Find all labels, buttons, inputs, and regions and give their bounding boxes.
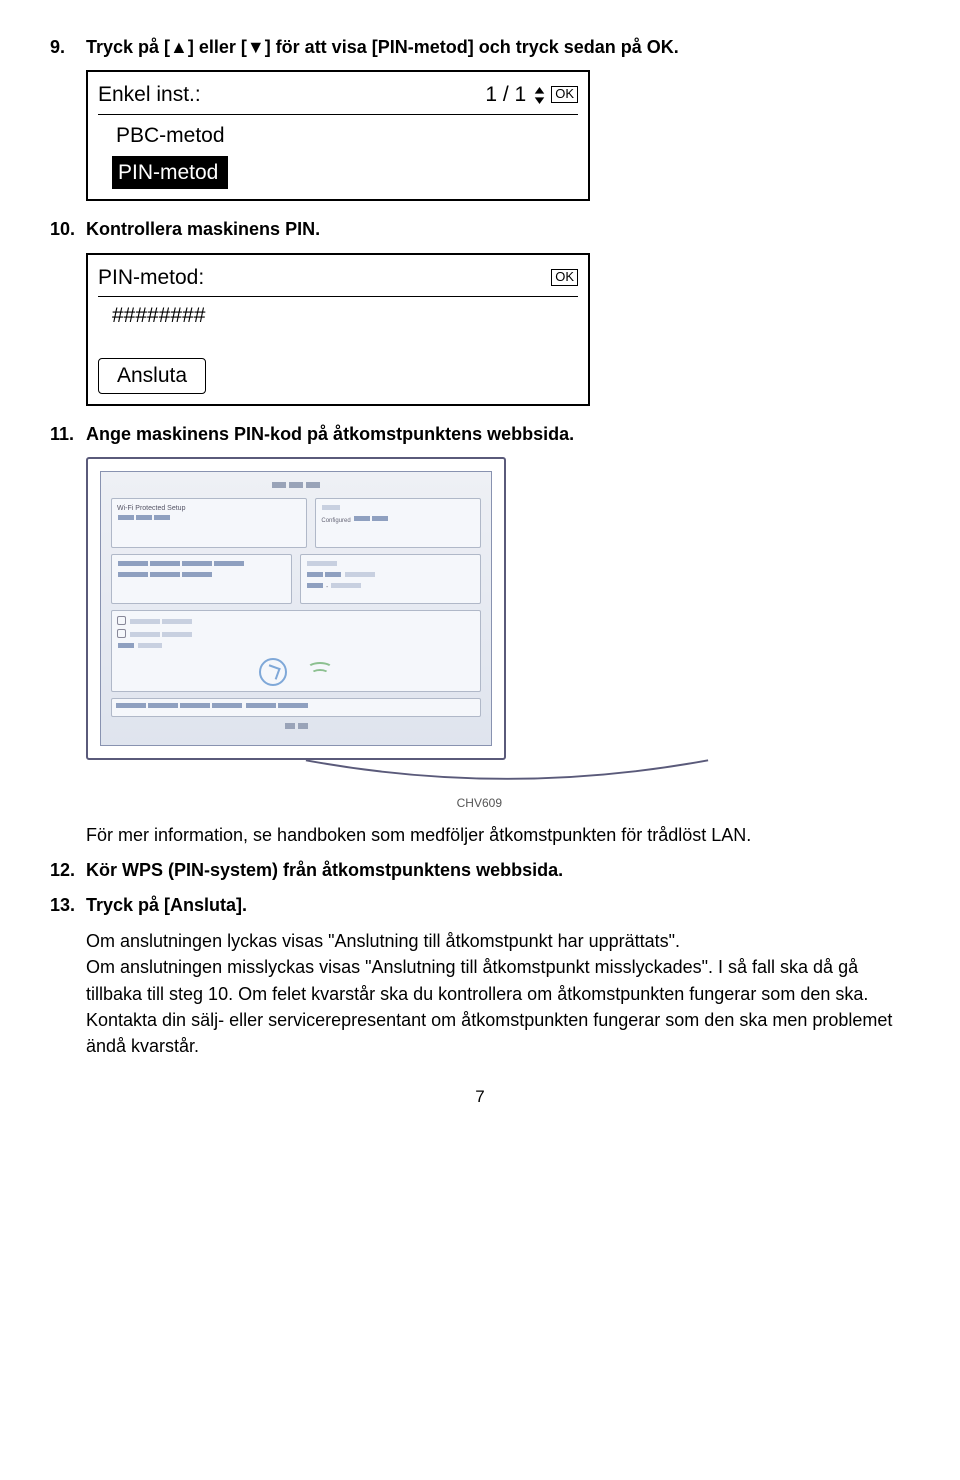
step-11: 11. Ange maskinens PIN-kod på åtkomstpun… (50, 422, 910, 447)
lcd2-title: PIN-metod: (98, 263, 547, 292)
lcd1-header: Enkel inst.: 1 / 1 OK (98, 80, 578, 114)
lcd1-ok: OK (551, 86, 578, 103)
step-9-number: 9. (50, 35, 86, 60)
step-11-text: Ange maskinens PIN-kod på åtkomstpunkten… (86, 422, 910, 447)
step-10: 10. Kontrollera maskinens PIN. (50, 217, 910, 242)
step-13-text: Tryck på [Ansluta]. (86, 893, 910, 918)
monitor-screen: Wi-Fi Protected Setup Configured (100, 471, 492, 746)
lcd1-title: Enkel inst.: (98, 80, 485, 109)
lcd-panel-1: Enkel inst.: 1 / 1 OK PBC-metod PIN-meto… (86, 70, 590, 201)
lcd2-pin-value: ######## (112, 301, 578, 330)
step-13: 13. Tryck på [Ansluta]. (50, 893, 910, 918)
up-down-icon (532, 80, 547, 109)
page-number: 7 (50, 1085, 910, 1109)
step-13-number: 13. (50, 893, 86, 918)
step-11-number: 11. (50, 422, 86, 447)
step-9: 9. Tryck på [▲] eller [▼] för att visa [… (50, 35, 910, 60)
lcd1-option-pin-selected: PIN-metod (112, 156, 228, 189)
lcd1-pager: 1 / 1 (485, 80, 526, 109)
figure-caption: CHV609 (86, 795, 502, 812)
lcd-panel-2: PIN-metod: OK ######## Ansluta (86, 253, 590, 406)
lcd2-header: PIN-metod: OK (98, 263, 578, 297)
step-10-text: Kontrollera maskinens PIN. (86, 217, 910, 242)
step-9-text: Tryck på [▲] eller [▼] för att visa [PIN… (86, 35, 910, 60)
step-12: 12. Kör WPS (PIN-system) från åtkomstpun… (50, 858, 910, 883)
wifi-icon (307, 662, 333, 678)
step-13-description: Om anslutningen lyckas visas "Anslutning… (86, 928, 910, 1058)
lcd1-option-pbc: PBC-metod (112, 118, 578, 153)
refresh-icon (259, 658, 287, 686)
step-12-text: Kör WPS (PIN-system) från åtkomstpunkten… (86, 858, 910, 883)
lcd2-ok: OK (551, 269, 578, 286)
monitor-illustration: Wi-Fi Protected Setup Configured (86, 457, 910, 793)
step-12-number: 12. (50, 858, 86, 883)
step-10-number: 10. (50, 217, 86, 242)
lcd2-connect-button: Ansluta (98, 358, 206, 393)
monitor-stand (302, 760, 694, 793)
step-11-description: För mer information, se handboken som me… (86, 822, 910, 848)
monitor-bezel: Wi-Fi Protected Setup Configured (86, 457, 506, 760)
